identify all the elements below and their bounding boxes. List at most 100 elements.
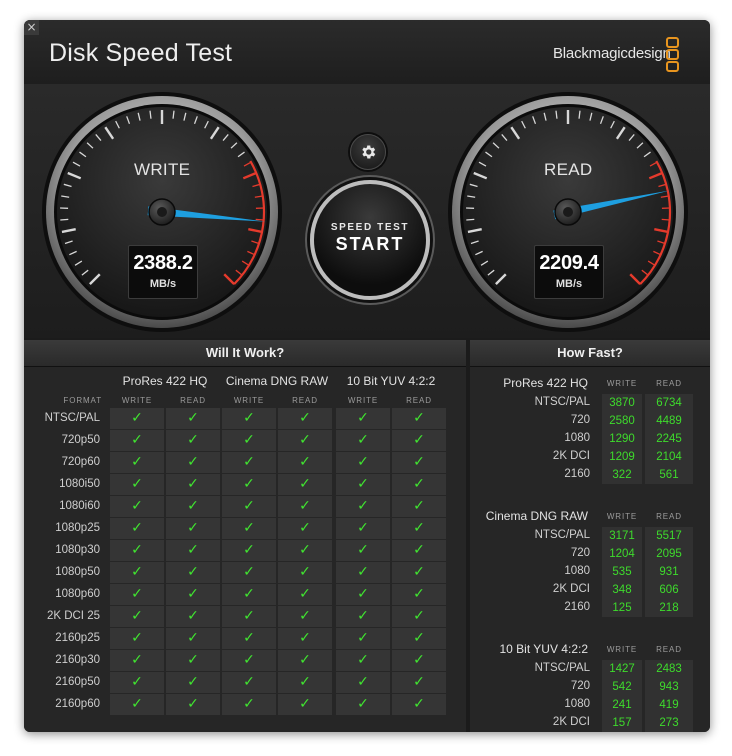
write-gauge-label: WRITE [134,160,191,179]
compatibility-check-icon: ✓ [336,584,390,605]
compatibility-check-icon: ✓ [392,650,446,671]
how-fast-write-value: 535 [602,563,642,581]
compatibility-check-icon: ✓ [110,606,164,627]
will-it-work-format-label: 1080p25 [55,522,100,534]
how-fast-format-label: 2160 [564,468,590,480]
compatibility-check-icon: ✓ [222,562,276,583]
will-it-work-format-label: 720p50 [61,434,100,446]
how-fast-write-value: 1427 [602,660,642,678]
compatibility-check-icon: ✓ [110,430,164,451]
will-it-work-read-header: READ [292,396,318,405]
how-fast-read-value: 6734 [645,394,693,412]
compatibility-check-icon: ✓ [222,606,276,627]
compatibility-check-icon: ✓ [166,430,220,451]
compatibility-check-icon: ✓ [166,496,220,517]
compatibility-check-icon: ✓ [392,518,446,539]
read-gauge-label: READ [544,160,593,179]
read-gauge-hub-center [563,207,573,217]
how-fast-read-header: READ [656,379,682,388]
will-it-work-format-label: 1080p60 [55,588,100,600]
how-fast-write-header: WRITE [606,645,638,654]
compatibility-check-icon: ✓ [166,562,220,583]
settings-button[interactable] [350,134,386,170]
how-fast-format-label: NTSC/PAL [534,529,590,541]
write-speed-unit: MB/s [149,278,177,290]
compatibility-check-icon: ✓ [392,408,446,429]
write-gauge-tick [255,218,264,221]
how-fast-format-label: 1080 [564,565,590,577]
compatibility-check-icon: ✓ [110,496,164,517]
how-fast-codec-header: 10 Bit YUV 4:2:2 [499,642,589,656]
write-speed-value: 2388.2 [133,252,193,274]
compatibility-check-icon: ✓ [222,408,276,429]
speed-test-start-button[interactable]: SPEED TEST START [310,180,430,300]
compatibility-check-icon: ✓ [278,650,332,671]
how-fast-write-value: 125 [602,599,642,617]
compatibility-check-icon: ✓ [336,518,390,539]
will-it-work-format-label: 1080i50 [59,478,100,490]
how-fast-read-header: READ [656,645,682,654]
how-fast-write-value: 1290 [602,430,642,448]
compatibility-check-icon: ✓ [336,408,390,429]
how-fast-format-label: 2160 [564,601,590,613]
compatibility-check-icon: ✓ [166,584,220,605]
compatibility-check-icon: ✓ [222,452,276,473]
compatibility-check-icon: ✓ [392,628,446,649]
how-fast-read-header: READ [656,512,682,521]
write-speed-readout: 2388.2 MB/s [128,245,198,299]
compatibility-check-icon: ✓ [222,540,276,561]
compatibility-check-icon: ✓ [222,628,276,649]
will-it-work-format-label: 1080i60 [59,500,100,512]
compatibility-check-icon: ✓ [336,430,390,451]
compatibility-check-icon: ✓ [392,562,446,583]
compatibility-check-icon: ✓ [166,628,220,649]
how-fast-write-value: 542 [602,678,642,696]
compatibility-check-icon: ✓ [110,518,164,539]
will-it-work-codec-header: ProRes 422 HQ [122,374,208,388]
compatibility-check-icon: ✓ [278,606,332,627]
compatibility-check-icon: ✓ [278,584,332,605]
format-column-header: FORMAT [63,396,102,405]
will-it-work-panel: Will It Work? ProRes 422 HQ WRITE READ Cine… [24,340,466,732]
how-fast-read-value: 5517 [645,527,693,545]
read-gauge-tick [466,218,475,221]
compatibility-check-icon: ✓ [392,672,446,693]
compatibility-check-icon: ✓ [166,452,220,473]
how-fast-read-value: 561 [645,466,693,484]
compatibility-check-icon: ✓ [336,672,390,693]
compatibility-check-icon: ✓ [110,672,164,693]
how-fast-format-label: NTSC/PAL [534,396,590,408]
compatibility-check-icon: ✓ [336,628,390,649]
compatibility-check-icon: ✓ [392,430,446,451]
how-fast-read-value: 218 [645,599,693,617]
how-fast-read-value: 2483 [645,660,693,678]
how-fast-codec-header: Cinema DNG RAW [485,509,588,523]
gear-icon [362,145,376,159]
will-it-work-format-label: 2160p50 [55,676,100,688]
will-it-work-format-label: 1080p50 [55,566,100,578]
compatibility-check-icon: ✓ [166,672,220,693]
how-fast-format-label: 720 [570,680,590,692]
compatibility-check-icon: ✓ [392,694,446,715]
will-it-work-format-label: 2160p25 [55,632,100,644]
compatibility-check-icon: ✓ [336,606,390,627]
read-speed-readout: 2209.4 MB/s [534,245,604,299]
compatibility-check-icon: ✓ [222,474,276,495]
compatibility-check-icon: ✓ [336,452,390,473]
compatibility-check-icon: ✓ [166,408,220,429]
compatibility-check-icon: ✓ [110,584,164,605]
will-it-work-format-label: 720p60 [61,456,100,468]
how-fast-read-value: 606 [645,581,693,599]
how-fast-read-value: 2095 [645,545,693,563]
compatibility-check-icon: ✓ [222,694,276,715]
how-fast-read-value: 4489 [645,412,693,430]
will-it-work-write-header: WRITE [347,396,379,405]
will-it-work-codec-header: 10 Bit YUV 4:2:2 [346,374,436,388]
will-it-work-read-header: READ [406,396,432,405]
how-fast-title: How Fast? [470,340,710,367]
compatibility-check-icon: ✓ [278,408,332,429]
will-it-work-format-label: NTSC/PAL [44,412,100,424]
will-it-work-write-header: WRITE [121,396,153,405]
will-it-work-format-label: 2K DCI 25 [46,610,100,622]
compatibility-check-icon: ✓ [110,540,164,561]
